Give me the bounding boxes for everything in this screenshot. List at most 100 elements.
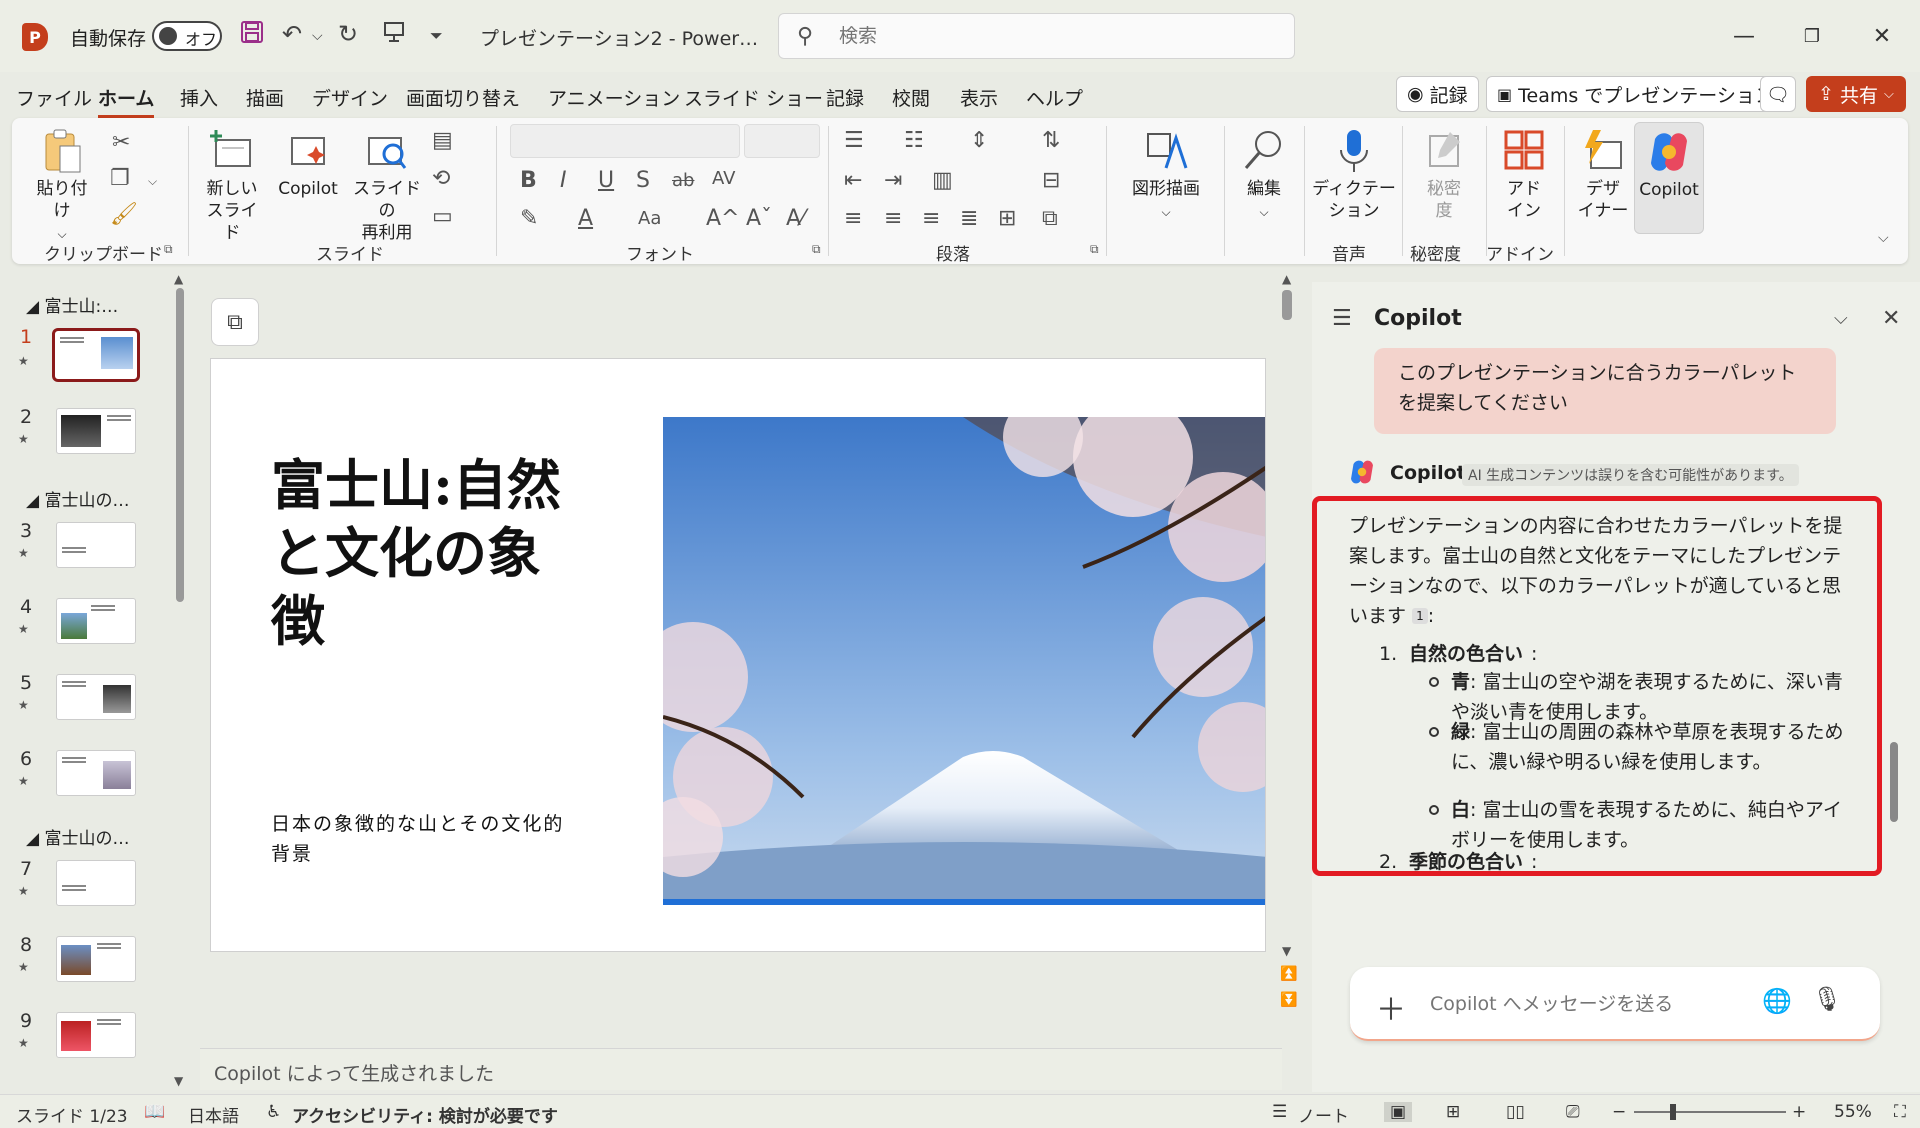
undo-dropdown-icon[interactable]: ⌵ [312, 28, 323, 44]
tab-animations[interactable]: アニメーション [548, 84, 680, 111]
record-button[interactable]: ◉ 記録 [1396, 76, 1479, 112]
increase-font-icon[interactable]: A^ [706, 206, 739, 231]
close-icon[interactable]: ✕ [1882, 306, 1900, 331]
tab-slideshow[interactable]: スライド ショー [684, 84, 823, 111]
slideshow-view-icon[interactable]: ⎚ [1566, 1102, 1580, 1122]
notes-button[interactable]: ノート [1298, 1102, 1349, 1127]
section-header-1[interactable]: ◢ 富士山:… [26, 292, 118, 317]
search-input[interactable] [839, 23, 1259, 49]
scroll-down-icon[interactable]: ▼ [174, 1074, 183, 1088]
copilot-message-input[interactable] [1430, 989, 1750, 1019]
cut-icon[interactable]: ✂ [112, 130, 130, 155]
slide-thumbnail-1[interactable] [52, 328, 140, 382]
normal-view-icon[interactable]: ▣ [1384, 1102, 1413, 1122]
strikethrough-icon[interactable]: ab [672, 170, 694, 191]
reset-slide-icon[interactable]: ⟲ [432, 166, 450, 191]
designer-button[interactable]: デザ イナー [1572, 128, 1634, 222]
reference-badge[interactable]: 1 [1412, 608, 1428, 624]
zoom-out-icon[interactable]: − [1612, 1102, 1626, 1122]
editor-scroll-up-icon[interactable]: ▲ [1282, 272, 1291, 286]
align-text-icon[interactable]: ⊟ [1042, 168, 1060, 193]
increase-indent-icon[interactable]: ⇥ [884, 168, 902, 193]
format-painter-icon[interactable]: 🖌 [110, 202, 138, 227]
copilot-ribbon-button[interactable]: Copilot [1634, 122, 1704, 234]
zoom-in-icon[interactable]: + [1792, 1102, 1806, 1122]
tab-draw[interactable]: 描画 [246, 84, 284, 111]
slide-thumbnail-9[interactable] [56, 1012, 136, 1058]
slide-thumbnail-5[interactable] [56, 674, 136, 720]
reuse-slides-button[interactable]: スライドの 再利用 [350, 128, 424, 244]
clear-format-icon[interactable]: A⁄ [786, 206, 805, 231]
change-case-icon[interactable]: Aa [638, 208, 661, 229]
notes-pane[interactable]: Copilot によって生成されました [200, 1048, 1282, 1090]
columns-icon[interactable]: ▥ [932, 168, 953, 193]
chevron-down-icon[interactable]: ⌵ [1834, 308, 1848, 329]
shadow-button[interactable]: S [636, 168, 650, 193]
notes-text[interactable]: Copilot によって生成されました [214, 1059, 494, 1086]
copy-dropdown-icon[interactable]: ⌵ [148, 174, 157, 189]
slide-thumbnail-8[interactable] [56, 936, 136, 982]
editor-scrollbar[interactable] [1282, 290, 1292, 320]
present-from-start-icon[interactable] [382, 20, 406, 50]
editor-scroll-down-icon[interactable]: ▼ [1282, 944, 1291, 958]
reading-view-icon[interactable]: ▯▯ [1506, 1102, 1525, 1122]
microphone-icon[interactable]: 🎙 [1812, 985, 1842, 1013]
italic-button[interactable]: I [560, 168, 567, 193]
mount-fuji-photo[interactable] [663, 417, 1266, 905]
new-slide-button[interactable]: 新しい スライド [202, 128, 262, 244]
zoom-level[interactable]: 55% [1834, 1102, 1872, 1122]
copilot-float-button[interactable]: ⧉ [211, 298, 259, 346]
restore-button[interactable]: ❐ [1790, 14, 1834, 58]
scroll-up-icon[interactable]: ▲ [174, 272, 183, 286]
slide-sorter-icon[interactable]: ⊞ [1446, 1102, 1460, 1122]
copilot-input-box[interactable]: ＋ 🌐 🎙 [1350, 967, 1880, 1041]
line-spacing-icon[interactable]: ⇕ [970, 128, 988, 153]
numbering-icon[interactable]: ☷ [904, 128, 924, 153]
next-slide-icon[interactable]: ⏬ [1280, 992, 1297, 1008]
close-window-button[interactable]: ✕ [1860, 14, 1904, 58]
section-header-2[interactable]: ◢ 富士山の… [26, 486, 129, 511]
font-launcher-icon[interactable]: ⧉ [812, 242, 821, 257]
char-spacing-icon[interactable]: AV [712, 168, 735, 189]
clipboard-launcher-icon[interactable]: ⧉ [164, 242, 173, 257]
minimize-button[interactable]: — [1722, 14, 1766, 58]
slide-title[interactable]: 富士山:自然と文化の象徴 [271, 451, 571, 655]
thumbnail-scrollbar[interactable] [176, 288, 184, 602]
customize-qat-icon[interactable]: ⏷ [430, 26, 443, 46]
tab-insert[interactable]: 挿入 [180, 84, 218, 111]
font-name-combo[interactable] [510, 124, 740, 158]
smartart-icon[interactable]: ⧉ [1042, 206, 1058, 231]
slide-thumbnail-3[interactable] [56, 522, 136, 568]
bullets-icon[interactable]: ☰ [844, 128, 864, 153]
align-left-icon[interactable]: ≡ [844, 206, 862, 231]
autosave-toggle[interactable]: オフ [152, 21, 222, 51]
paste-button[interactable]: 貼り付け ⌵ [32, 128, 92, 245]
section-header-3[interactable]: ◢ 富士山の… [26, 824, 129, 849]
comments-button[interactable]: 🗨 [1760, 76, 1796, 112]
tab-review[interactable]: 校閲 [892, 84, 930, 111]
justify-icon[interactable]: ≣ [960, 206, 978, 231]
font-color-icon[interactable]: A [578, 206, 593, 231]
addins-button[interactable]: アド イン [1494, 128, 1554, 222]
tab-transitions[interactable]: 画面切り替え [406, 84, 520, 111]
highlight-icon[interactable]: ✎ [520, 206, 538, 231]
paragraph-launcher-icon[interactable]: ⧉ [1090, 242, 1099, 257]
distributed-icon[interactable]: ⊞ [998, 206, 1016, 231]
copilot-scrollbar[interactable] [1890, 742, 1898, 822]
tab-file[interactable]: ファイル [16, 84, 92, 111]
fit-to-window-icon[interactable]: ⛶ [1894, 1102, 1906, 1122]
menu-icon[interactable]: ☰ [1332, 306, 1352, 331]
tab-home[interactable]: ホーム [98, 84, 155, 118]
zoom-slider-handle[interactable] [1670, 1104, 1676, 1120]
section-icon[interactable]: ▭ [432, 204, 453, 229]
font-size-combo[interactable] [744, 124, 820, 158]
language-indicator[interactable]: 日本語 [188, 1102, 239, 1127]
align-center-icon[interactable]: ≡ [884, 206, 902, 231]
undo-icon[interactable]: ↶ [282, 20, 302, 48]
teams-present-button[interactable]: ▣ Teams でプレゼンテーション [1486, 76, 1785, 112]
save-icon[interactable] [240, 20, 264, 50]
sensitivity-button[interactable]: 秘密 度 [1414, 128, 1474, 222]
add-icon[interactable]: ＋ [1376, 985, 1406, 1029]
previous-slide-icon[interactable]: ⏫ [1280, 966, 1297, 982]
tab-record[interactable]: 記録 [826, 84, 864, 111]
